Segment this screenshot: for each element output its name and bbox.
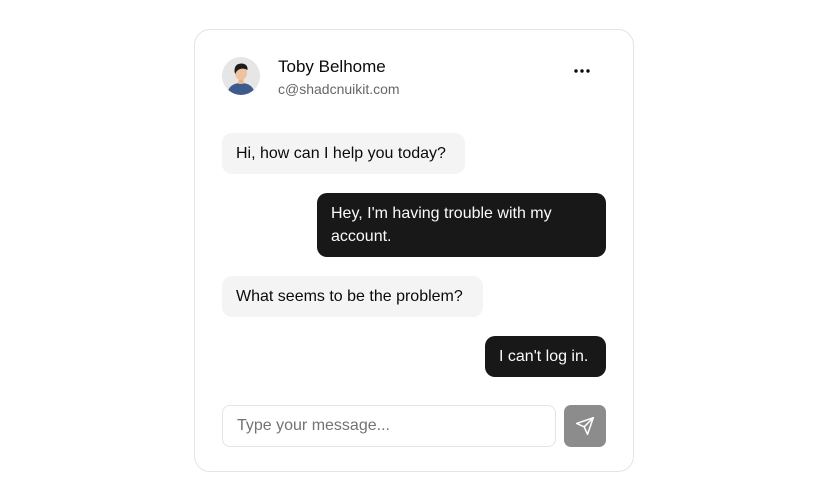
chat-header: Toby Belhome c@shadcnuikit.com [222,57,606,97]
message-outgoing: Hey, I'm having trouble with my account. [317,193,606,257]
avatar [222,57,260,95]
message-outgoing: I can't log in. [485,336,606,377]
person-avatar-icon [222,57,260,95]
message-incoming: Hi, how can I help you today? [222,133,465,174]
message-incoming: What seems to be the problem? [222,276,483,317]
more-options-button[interactable] [568,61,596,81]
message-composer [222,405,606,447]
send-icon [575,416,595,436]
more-horizontal-icon [574,69,590,73]
message-input[interactable] [222,405,556,447]
send-button[interactable] [564,405,606,447]
contact-name: Toby Belhome [278,57,386,76]
chat-card: Toby Belhome c@shadcnuikit.com Hi, how c… [194,29,634,472]
contact-email: c@shadcnuikit.com [278,81,400,97]
